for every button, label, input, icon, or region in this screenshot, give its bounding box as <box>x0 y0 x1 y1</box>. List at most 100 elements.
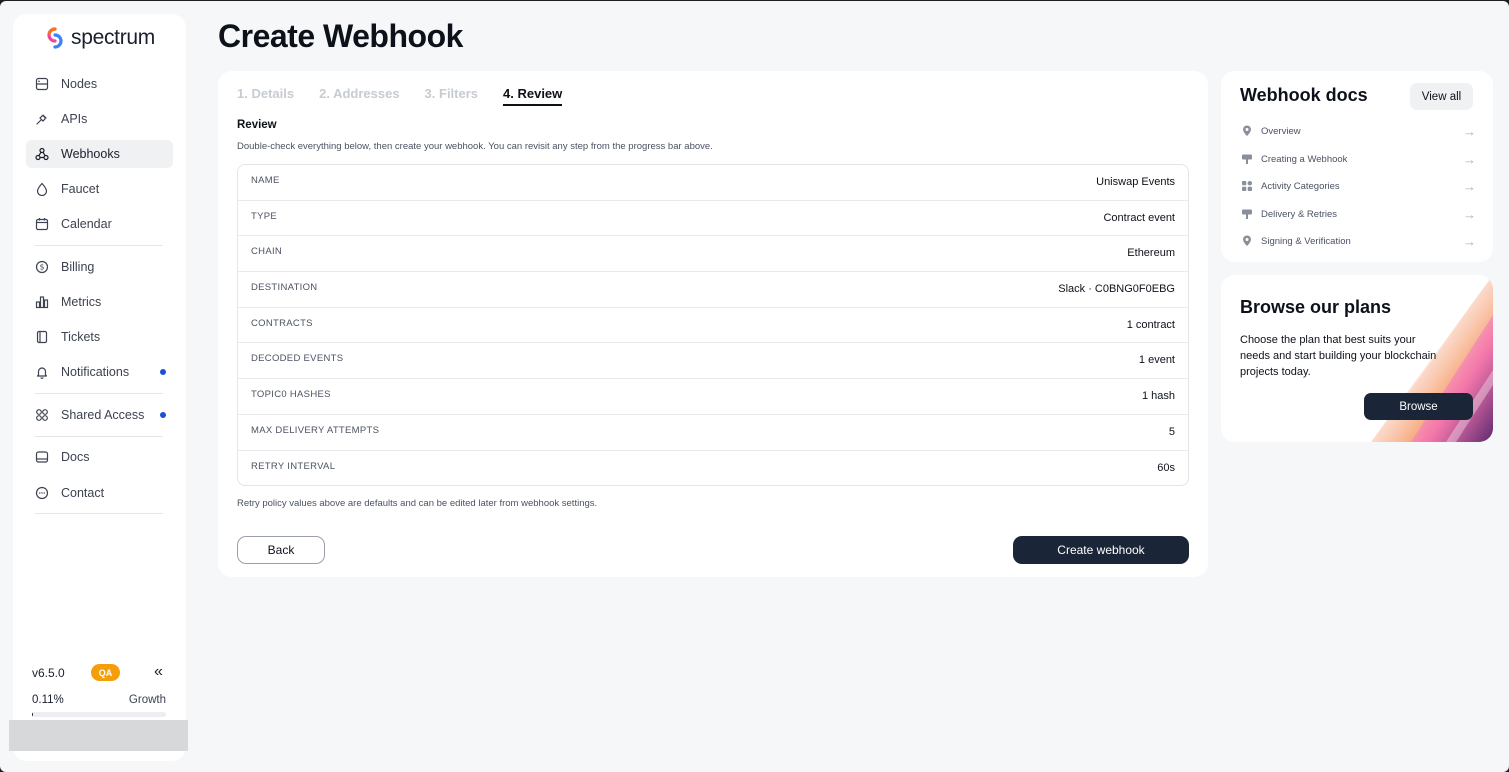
doc-link-creating-webhook[interactable]: Creating a Webhook → <box>1240 149 1476 169</box>
sidebar-item-label: Calendar <box>61 217 112 231</box>
retry-footnote: Retry policy values above are defaults a… <box>237 498 598 509</box>
sidebar-item-label: APIs <box>61 112 88 126</box>
view-all-button[interactable]: View all <box>1410 83 1473 110</box>
doc-link-overview[interactable]: Overview → <box>1240 121 1476 141</box>
droplet-icon <box>35 182 49 196</box>
sidebar-divider <box>35 436 163 437</box>
unread-dot <box>160 369 166 375</box>
usage-progress-bar <box>32 712 166 717</box>
plans-title: Browse our plans <box>1240 297 1392 317</box>
calendar-icon <box>35 217 49 231</box>
section-description: Double-check everything below, then crea… <box>237 141 713 152</box>
table-row: TYPE Contract event <box>238 201 1188 237</box>
logo[interactable]: spectrum <box>43 26 155 50</box>
arrow-right-icon: → <box>1463 206 1476 222</box>
sign-icon <box>1240 208 1253 221</box>
svg-text:$: $ <box>40 263 45 272</box>
table-row: CHAIN Ethereum <box>238 236 1188 273</box>
row-value: Contract event <box>1103 211 1175 224</box>
row-key: DECODED EVENTS <box>251 353 344 365</box>
server-icon <box>35 77 49 91</box>
row-value: Ethereum <box>1127 247 1175 260</box>
plan-name: Growth <box>128 694 166 706</box>
app-window: spectrum Nodes APIs Webhooks Faucet Cale… <box>0 1 1509 772</box>
row-key: DESTINATION <box>251 282 318 294</box>
docs-title: Webhook docs <box>1240 85 1368 105</box>
plug-icon <box>35 112 49 126</box>
row-key: MAX DELIVERY ATTEMPTS <box>251 424 380 436</box>
doc-link-delivery-retries[interactable]: Delivery & Retries → <box>1240 204 1476 224</box>
doc-link-signing-verification[interactable]: Signing & Verification → <box>1240 231 1476 251</box>
sidebar-divider <box>35 513 163 514</box>
row-value: Slack · C0BNG0F0EBG <box>1058 283 1175 296</box>
page-title: Create Webhook <box>218 18 463 54</box>
sidebar-divider <box>35 245 163 246</box>
review-table: NAME Uniswap Events TYPE Contract event CH… <box>237 164 1189 486</box>
browse-plans-card: Browse our plans Choose the plan that be… <box>1221 275 1493 442</box>
row-value: 60s <box>1157 461 1175 474</box>
categories-icon <box>1240 180 1253 193</box>
doc-link-activity-categories[interactable]: Activity Categories → <box>1240 176 1476 196</box>
webhook-docs-card: Webhook docs View all Overview → Creatin… <box>1221 71 1493 262</box>
doc-link-label: Overview <box>1261 125 1301 137</box>
sidebar-item-shared-access[interactable]: Shared Access <box>26 401 173 429</box>
table-row: DECODED EVENTS 1 event <box>238 343 1188 380</box>
sidebar-item-nodes[interactable]: Nodes <box>26 70 173 98</box>
spectrum-logo-icon <box>47 27 63 49</box>
sign-icon <box>1240 153 1253 166</box>
grid-icon <box>35 408 49 422</box>
ticket-icon <box>35 330 49 344</box>
row-key: NAME <box>251 175 280 186</box>
overlay-block <box>9 720 188 751</box>
browse-plans-button[interactable]: Browse <box>1364 393 1473 420</box>
sidebar-item-metrics[interactable]: Metrics <box>26 288 173 316</box>
book-icon <box>35 450 49 464</box>
sidebar-item-calendar[interactable]: Calendar <box>26 210 173 238</box>
sidebar-item-label: Contact <box>61 486 105 500</box>
doc-link-label: Delivery & Retries <box>1261 208 1338 220</box>
sidebar-item-label: Notifications <box>61 365 130 379</box>
back-button[interactable]: Back <box>237 536 325 564</box>
step-addresses[interactable]: 2. Addresses <box>319 86 399 106</box>
sidebar-item-notifications[interactable]: Notifications <box>26 358 173 386</box>
table-row: MAX DELIVERY ATTEMPTS 5 <box>238 415 1188 451</box>
sidebar-item-label: Docs <box>61 450 90 464</box>
row-value: 1 hash <box>1141 390 1175 403</box>
wizard-card: 1. Details 2. Addresses 3. Filters 4. Re… <box>218 71 1208 577</box>
doc-link-label: Activity Categories <box>1261 180 1340 192</box>
env-badge: QA <box>91 664 120 681</box>
sidebar-item-label: Shared Access <box>61 408 145 422</box>
step-details[interactable]: 1. Details <box>237 86 294 106</box>
wizard-steps: 1. Details 2. Addresses 3. Filters 4. Re… <box>237 86 563 106</box>
sidebar-item-label: Faucet <box>61 182 100 196</box>
table-row: DESTINATION Slack · C0BNG0F0EBG <box>238 272 1188 308</box>
row-value: 1 contract <box>1126 318 1175 331</box>
step-review[interactable]: 4. Review <box>503 86 563 106</box>
collapse-sidebar-icon[interactable]: « <box>154 663 163 681</box>
row-key: CONTRACTS <box>251 317 313 329</box>
sidebar-item-docs[interactable]: Docs <box>26 443 173 471</box>
sidebar-item-label: Webhooks <box>61 147 120 161</box>
row-key: RETRY INTERVAL <box>251 460 336 472</box>
row-key: TYPE <box>251 210 278 222</box>
table-row: NAME Uniswap Events <box>238 165 1188 201</box>
sidebar-item-webhooks[interactable]: Webhooks <box>26 140 173 168</box>
pin-icon <box>1240 125 1253 138</box>
sidebar-item-label: Metrics <box>61 295 102 309</box>
plans-description: Choose the plan that best suits your nee… <box>1240 334 1437 378</box>
table-row: CONTRACTS 1 contract <box>238 308 1188 344</box>
create-webhook-button[interactable]: Create webhook <box>1013 536 1189 564</box>
sidebar-item-apis[interactable]: APIs <box>26 105 173 133</box>
row-value: 5 <box>1168 425 1175 438</box>
arrow-right-icon: → <box>1463 233 1476 249</box>
sidebar-item-billing[interactable]: $ Billing <box>26 253 173 281</box>
row-value: 1 event <box>1138 354 1175 367</box>
section-title: Review <box>237 119 277 131</box>
step-filters[interactable]: 3. Filters <box>425 86 478 106</box>
sidebar-item-faucet[interactable]: Faucet <box>26 175 173 203</box>
sidebar-item-contact[interactable]: Contact <box>26 479 173 507</box>
sidebar: spectrum Nodes APIs Webhooks Faucet Cale… <box>13 14 186 761</box>
table-row: RETRY INTERVAL 60s <box>238 451 1188 486</box>
usage-percent: 0.11% <box>32 694 64 706</box>
sidebar-item-tickets[interactable]: Tickets <box>26 323 173 351</box>
